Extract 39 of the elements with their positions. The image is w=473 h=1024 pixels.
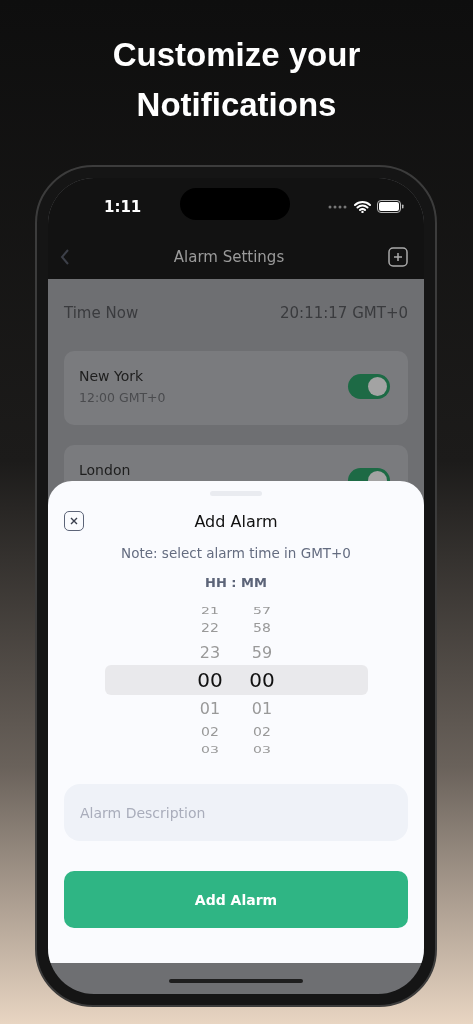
hour-value: 23	[198, 642, 222, 662]
hour-value: 02	[200, 725, 220, 739]
minute-value: 01	[250, 698, 274, 718]
minute-value: 03	[252, 744, 272, 755]
add-icon[interactable]	[388, 247, 408, 267]
back-icon[interactable]	[60, 249, 70, 265]
headline: Customize your Notifications	[111, 35, 362, 125]
picker-label: HH : MM	[205, 575, 267, 590]
battery-icon	[377, 200, 404, 213]
add-alarm-button[interactable]: Add Alarm	[64, 871, 408, 928]
minute-value: 59	[250, 642, 274, 662]
picker-row[interactable]: 00 00	[104, 665, 368, 695]
sheet-title: Add Alarm	[193, 511, 279, 531]
picker-row[interactable]: 03 03	[104, 743, 368, 756]
signal-dots-icon	[328, 204, 348, 209]
minute-value: 58	[252, 621, 272, 635]
hour-value: 21	[200, 605, 220, 616]
nav-title: Alarm Settings	[172, 248, 286, 266]
description-field[interactable]: Alarm Description	[64, 784, 408, 841]
close-button[interactable]	[64, 511, 84, 531]
hour-value: 00	[196, 668, 224, 692]
alarm-city: New York	[79, 368, 145, 384]
picker-row[interactable]: 21 57	[104, 604, 368, 617]
picker-row[interactable]: 22 58	[104, 617, 368, 639]
picker-row[interactable]: 01 01	[104, 695, 368, 721]
close-icon	[70, 517, 78, 525]
wifi-icon	[354, 200, 371, 213]
minute-value: 00	[248, 668, 276, 692]
status-time: 1:11	[104, 197, 142, 216]
hour-value: 22	[200, 621, 220, 635]
hour-value: 01	[198, 698, 222, 718]
minute-value: 57	[252, 605, 272, 616]
minute-value: 02	[252, 725, 272, 739]
note-text: Note: select alarm time in GMT+0	[121, 545, 351, 561]
alarm-toggle[interactable]	[348, 374, 390, 399]
hour-value: 03	[200, 744, 220, 755]
alarm-city: London	[79, 462, 132, 478]
picker-row[interactable]: 02 02	[104, 721, 368, 743]
picker-row[interactable]: 23 59	[104, 639, 368, 665]
